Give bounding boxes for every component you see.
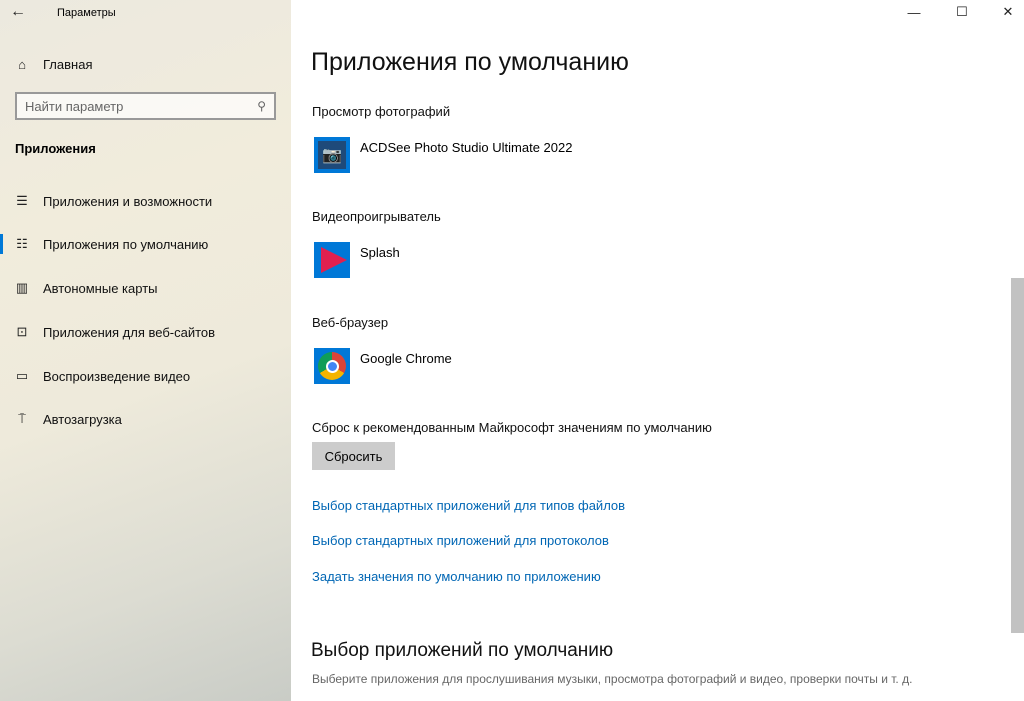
scrollbar-thumb[interactable] — [1011, 278, 1024, 633]
acdsee-icon: 📷 — [314, 137, 350, 173]
sidebar-item-apps-features[interactable]: ☰ Приложения и возможности — [0, 181, 291, 221]
sidebar-item-web-apps[interactable]: ⊡ Приложения для веб-сайтов — [0, 312, 291, 352]
close-button[interactable]: ✕ — [985, 0, 1024, 24]
sidebar: ← Параметры ⌂ Главная Найти параметр ⚲ Пр… — [0, 0, 291, 701]
video-app-button[interactable]: Splash — [314, 242, 400, 278]
section2-title: Выбор приложений по умолчанию — [311, 640, 614, 661]
list-icon: ☰ — [16, 193, 28, 208]
sidebar-item-default-apps[interactable]: ☷ Приложения по умолчанию — [0, 224, 291, 264]
browser-app-button[interactable]: Google Chrome — [314, 348, 452, 384]
window-title: Параметры — [57, 7, 116, 19]
section-heading: Приложения — [15, 141, 96, 156]
minimize-button[interactable]: — — [891, 0, 937, 24]
sidebar-home[interactable]: ⌂ Главная — [0, 44, 291, 84]
search-input[interactable]: Найти параметр ⚲ — [15, 92, 276, 120]
page-title: Приложения по умолчанию — [311, 48, 629, 76]
sidebar-item-offline-maps[interactable]: ▥ Автономные карты — [0, 268, 291, 308]
maximize-button[interactable]: ☐ — [939, 0, 985, 24]
list-default-icon: ☷ — [16, 236, 28, 251]
chrome-icon — [314, 348, 350, 384]
browser-label: Веб-браузер — [312, 315, 389, 330]
link-protocols[interactable]: Выбор стандартных приложений для протоко… — [312, 533, 609, 548]
search-icon: ⚲ — [257, 99, 266, 113]
startup-icon: ⍑ — [18, 411, 26, 426]
main-content: — ☐ ✕ Приложения по умолчанию Просмотр ф… — [291, 0, 1024, 701]
item-label: Приложения для веб-сайтов — [43, 324, 216, 340]
browser-app-name: Google Chrome — [360, 351, 452, 366]
reset-button[interactable]: Сбросить — [312, 442, 395, 470]
video-icon: ▭ — [15, 368, 29, 383]
item-label: Воспроизведение видео — [43, 368, 191, 384]
sidebar-item-video[interactable]: ▭ Воспроизведение видео — [0, 356, 291, 396]
photo-label: Просмотр фотографий — [312, 104, 451, 119]
reset-label: Сброс к рекомендованным Майкрософт значе… — [312, 420, 712, 435]
video-app-name: Splash — [360, 245, 400, 260]
item-label: Автозагрузка — [43, 411, 122, 427]
search-placeholder: Найти параметр — [25, 98, 124, 114]
map-icon: ▥ — [15, 280, 29, 295]
video-label: Видеопроигрыватель — [312, 209, 441, 224]
sidebar-item-startup[interactable]: ⍑ Автозагрузка — [0, 399, 291, 439]
web-app-icon: ⊡ — [16, 324, 28, 339]
photo-app-button[interactable]: 📷 ACDSee Photo Studio Ultimate 2022 — [314, 137, 572, 173]
splash-icon — [314, 242, 350, 278]
link-by-app[interactable]: Задать значения по умолчанию по приложен… — [312, 569, 601, 584]
item-label: Автономные карты — [43, 280, 158, 296]
link-file-types[interactable]: Выбор стандартных приложений для типов ф… — [312, 498, 625, 513]
photo-app-name: ACDSee Photo Studio Ultimate 2022 — [360, 140, 573, 155]
section2-desc: Выберите приложения для прослушивания му… — [312, 672, 913, 686]
home-label: Главная — [43, 56, 93, 72]
item-label: Приложения по умолчанию — [43, 236, 209, 252]
home-icon: ⌂ — [18, 56, 26, 72]
back-button[interactable]: ← — [10, 3, 26, 21]
item-label: Приложения и возможности — [43, 193, 213, 209]
